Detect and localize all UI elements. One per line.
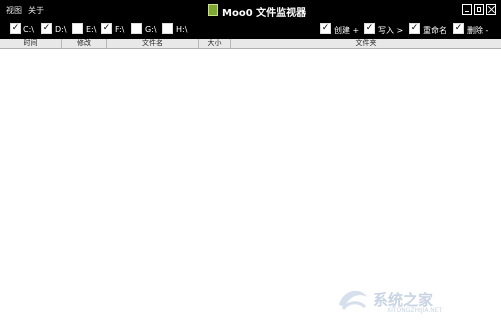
column-size[interactable]: 大小	[199, 39, 231, 48]
drive-g-checkbox[interactable]	[131, 23, 142, 34]
title-bar: 视图 关于 Moo0 文件监视器	[0, 0, 501, 21]
drive-f-checkbox[interactable]: ✓	[101, 23, 112, 34]
drive-g-label: G:\	[145, 25, 157, 34]
drive-d-label: D:\	[55, 25, 67, 34]
maximize-icon[interactable]	[474, 4, 484, 15]
drive-c-checkbox[interactable]: ✓	[10, 23, 21, 34]
menu-about[interactable]: 关于	[28, 5, 44, 16]
column-modified[interactable]: 修改	[62, 39, 107, 48]
menu-view[interactable]: 视图	[6, 5, 22, 16]
create-checkbox[interactable]: ✓	[320, 23, 331, 34]
watermark-url: XITONGZHIJIA.NET	[387, 307, 443, 314]
app-window: 视图 关于 Moo0 文件监视器 ✓ C:\ ✓ D:\ E:\ ✓ F:\ G…	[0, 0, 501, 323]
file-event-list[interactable]	[0, 49, 501, 323]
drive-h-checkbox[interactable]	[162, 23, 173, 34]
watermark: 系统之家 XITONGZHIJIA.NET	[335, 283, 495, 315]
drive-e-checkbox[interactable]	[72, 23, 83, 34]
toolbar: ✓ C:\ ✓ D:\ E:\ ✓ F:\ G:\ H:\ ✓ 创建 + ✓ 写…	[0, 21, 501, 39]
app-title: Moo0 文件监视器	[222, 8, 307, 19]
delete-label: 删除 -	[467, 26, 489, 35]
minimize-icon[interactable]	[462, 4, 472, 15]
column-folder[interactable]: 文件夹	[231, 39, 501, 48]
drive-f-label: F:\	[115, 25, 125, 34]
write-label: 写入 >	[378, 26, 404, 35]
rename-label: 重命名	[423, 26, 447, 35]
drive-h-label: H:\	[176, 25, 188, 34]
drive-c-label: C:\	[23, 25, 34, 34]
column-filename[interactable]: 文件名	[107, 39, 199, 48]
write-checkbox[interactable]: ✓	[364, 23, 375, 34]
close-icon[interactable]	[486, 4, 496, 15]
rename-checkbox[interactable]: ✓	[409, 23, 420, 34]
column-time[interactable]: 时间	[0, 39, 62, 48]
drive-e-label: E:\	[86, 25, 97, 34]
drive-d-checkbox[interactable]: ✓	[41, 23, 52, 34]
watermark-logo-icon	[339, 290, 367, 310]
delete-checkbox[interactable]: ✓	[453, 23, 464, 34]
create-label: 创建 +	[334, 26, 360, 35]
column-header: 时间 修改 文件名 大小 文件夹	[0, 39, 501, 49]
app-icon	[208, 4, 218, 16]
